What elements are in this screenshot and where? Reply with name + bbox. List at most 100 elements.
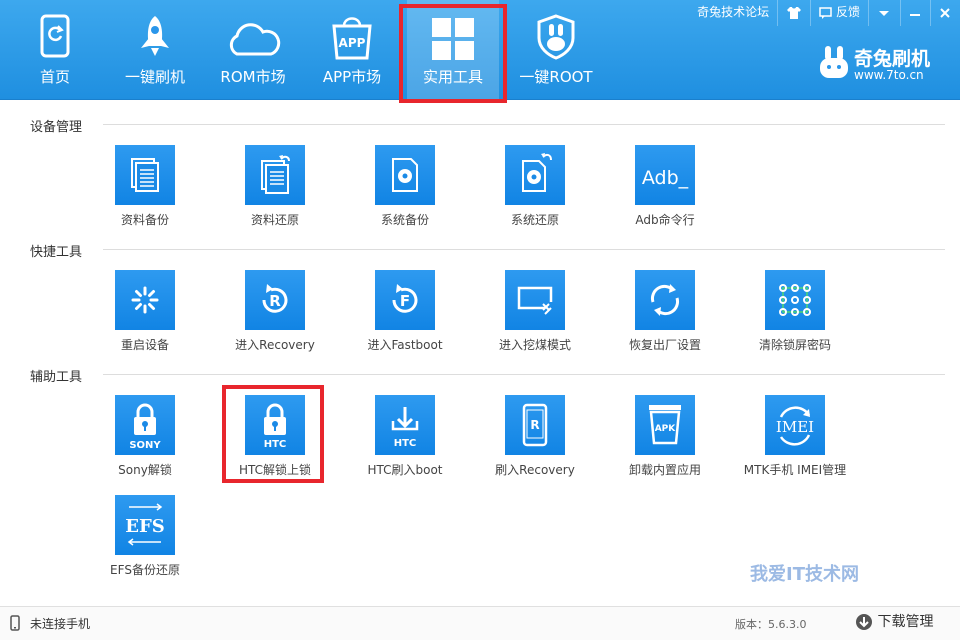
sony-lock-icon: SONY bbox=[115, 395, 175, 455]
svg-text:F: F bbox=[400, 292, 410, 310]
chevron-down-icon bbox=[877, 5, 891, 19]
section-title-assist: 辅助工具 bbox=[30, 370, 83, 385]
section-divider bbox=[103, 124, 945, 125]
status-bar: 未连接手机 版本：5.6.3.0 下载管理 bbox=[0, 606, 960, 640]
menu-dropdown-button[interactable] bbox=[868, 0, 900, 26]
adb-icon: Adb_ bbox=[635, 145, 695, 205]
factory-reset-icon bbox=[635, 270, 695, 330]
download-manager-button[interactable]: 下载管理 bbox=[855, 611, 933, 631]
tool-fastboot[interactable]: F 进入Fastboot bbox=[340, 270, 470, 380]
section-divider bbox=[103, 249, 945, 250]
nav-rom-label: ROM市场 bbox=[220, 68, 286, 86]
tool-flash-recovery[interactable]: R 刷入Recovery bbox=[470, 395, 600, 505]
nav-rom[interactable]: ROM市场 bbox=[212, 0, 294, 100]
chat-icon bbox=[819, 5, 836, 19]
nav-highlight-box bbox=[399, 4, 507, 103]
download-label: 下载管理 bbox=[877, 614, 934, 630]
rabbit-logo-icon bbox=[818, 46, 850, 84]
rocket-icon bbox=[135, 14, 175, 62]
flash-recovery-icon: R bbox=[505, 395, 565, 455]
tool-label: 系统备份 bbox=[380, 213, 429, 227]
nav-flash[interactable]: 一键刷机 bbox=[115, 0, 195, 100]
nav-home[interactable]: 首页 bbox=[20, 0, 90, 100]
feedback-label: 反馈 bbox=[835, 5, 860, 19]
tool-label: 系统还原 bbox=[510, 213, 559, 227]
tool-apk-uninstall[interactable]: APK 卸载内置应用 bbox=[600, 395, 730, 505]
brand-name: 奇兔刷机 bbox=[854, 48, 931, 70]
tool-system-restore[interactable]: 系统还原 bbox=[470, 145, 600, 255]
minimize-button[interactable] bbox=[900, 0, 930, 26]
htc-boot-icon: HTC bbox=[375, 395, 435, 455]
nav-root-label: 一键ROOT bbox=[519, 68, 593, 86]
connection-status: 未连接手机 bbox=[30, 617, 91, 631]
fastboot-icon: F bbox=[375, 270, 435, 330]
tool-htc-boot[interactable]: HTC HTC刷入boot bbox=[340, 395, 470, 505]
tool-label: 重启设备 bbox=[120, 338, 169, 352]
forum-link[interactable]: 奇兔技术论坛 bbox=[689, 0, 777, 26]
tool-label: 进入Fastboot bbox=[367, 338, 443, 352]
nav-app[interactable]: APP APP市场 bbox=[313, 0, 391, 100]
tool-sony-unlock[interactable]: SONY Sony解锁 bbox=[80, 395, 210, 505]
tool-label: 资料还原 bbox=[250, 213, 299, 227]
efs-icon: EFS bbox=[115, 495, 175, 555]
app-window: 首页 一键刷机 ROM市场 APP APP市场 实用工具 一键ROOT 奇兔技术… bbox=[0, 0, 960, 640]
svg-text:APP: APP bbox=[339, 36, 366, 50]
tool-adb[interactable]: Adb_ Adb命令行 bbox=[600, 145, 730, 255]
tool-label: Adb命令行 bbox=[635, 213, 695, 227]
tool-label: 卸载内置应用 bbox=[628, 463, 701, 477]
svg-text:IMEI: IMEI bbox=[776, 418, 814, 436]
imei-icon: IMEI bbox=[765, 395, 825, 455]
nav-app-label: APP市场 bbox=[322, 68, 382, 86]
shirt-icon bbox=[786, 5, 802, 19]
tool-label: EFS备份还原 bbox=[110, 563, 180, 577]
system-restore-icon bbox=[505, 145, 565, 205]
tool-efs[interactable]: EFS EFS备份还原 bbox=[80, 495, 210, 605]
svg-text:HTC: HTC bbox=[394, 438, 417, 449]
system-backup-icon bbox=[375, 145, 435, 205]
download-mode-icon bbox=[505, 270, 565, 330]
tool-imei[interactable]: IMEI MTK手机 IMEI管理 bbox=[730, 395, 860, 505]
tool-label: 进入挖煤模式 bbox=[498, 338, 571, 352]
feedback-button[interactable]: 反馈 bbox=[810, 0, 868, 26]
tool-download-mode[interactable]: 进入挖煤模式 bbox=[470, 270, 600, 380]
svg-text:SONY: SONY bbox=[129, 440, 161, 451]
htc-highlight-box bbox=[222, 385, 324, 483]
recovery-icon: R bbox=[245, 270, 305, 330]
tool-label: 清除锁屏密码 bbox=[758, 338, 831, 352]
close-button[interactable] bbox=[930, 0, 960, 26]
svg-text:R: R bbox=[530, 418, 539, 432]
skin-button[interactable] bbox=[777, 0, 810, 26]
download-icon bbox=[855, 614, 877, 630]
tool-label: MTK手机 IMEI管理 bbox=[743, 463, 847, 477]
tool-factory-reset[interactable]: 恢复出厂设置 bbox=[600, 270, 730, 380]
close-icon bbox=[939, 5, 951, 19]
tool-data-backup[interactable]: 资料备份 bbox=[80, 145, 210, 255]
nav-home-label: 首页 bbox=[39, 68, 70, 86]
section-divider bbox=[103, 374, 945, 375]
clear-pattern-icon bbox=[765, 270, 825, 330]
section-title-quick: 快捷工具 bbox=[30, 245, 83, 260]
tool-data-restore[interactable]: 资料还原 bbox=[210, 145, 340, 255]
svg-text:Adb_: Adb_ bbox=[642, 167, 689, 189]
tool-system-backup[interactable]: 系统备份 bbox=[340, 145, 470, 255]
tool-reboot[interactable]: 重启设备 bbox=[80, 270, 210, 380]
reboot-icon bbox=[115, 270, 175, 330]
title-bar-controls: 奇兔技术论坛 反馈 bbox=[689, 0, 960, 26]
tool-clear-pattern[interactable]: 清除锁屏密码 bbox=[730, 270, 860, 380]
tool-label: 进入Recovery bbox=[235, 338, 315, 352]
apk-uninstall-icon: APK bbox=[635, 395, 695, 455]
app-bag-icon: APP bbox=[330, 14, 374, 64]
data-restore-icon bbox=[245, 145, 305, 205]
version-label: 版本：5.6.3.0 bbox=[735, 618, 807, 631]
svg-text:APK: APK bbox=[655, 424, 677, 434]
watermark-text: 我爱IT技术网 bbox=[750, 564, 859, 585]
header-bar: 首页 一键刷机 ROM市场 APP APP市场 实用工具 一键ROOT 奇兔技术… bbox=[0, 0, 960, 103]
section-title-device: 设备管理 bbox=[30, 120, 83, 135]
tool-recovery[interactable]: R 进入Recovery bbox=[210, 270, 340, 380]
nav-root[interactable]: 一键ROOT bbox=[514, 0, 598, 100]
tool-label: 恢复出厂设置 bbox=[628, 338, 701, 352]
tool-label: 刷入Recovery bbox=[495, 463, 575, 477]
tool-label: Sony解锁 bbox=[118, 463, 172, 477]
brand-logo: 奇兔刷机 www.7to.cn bbox=[818, 44, 940, 88]
cloud-icon bbox=[225, 22, 281, 62]
